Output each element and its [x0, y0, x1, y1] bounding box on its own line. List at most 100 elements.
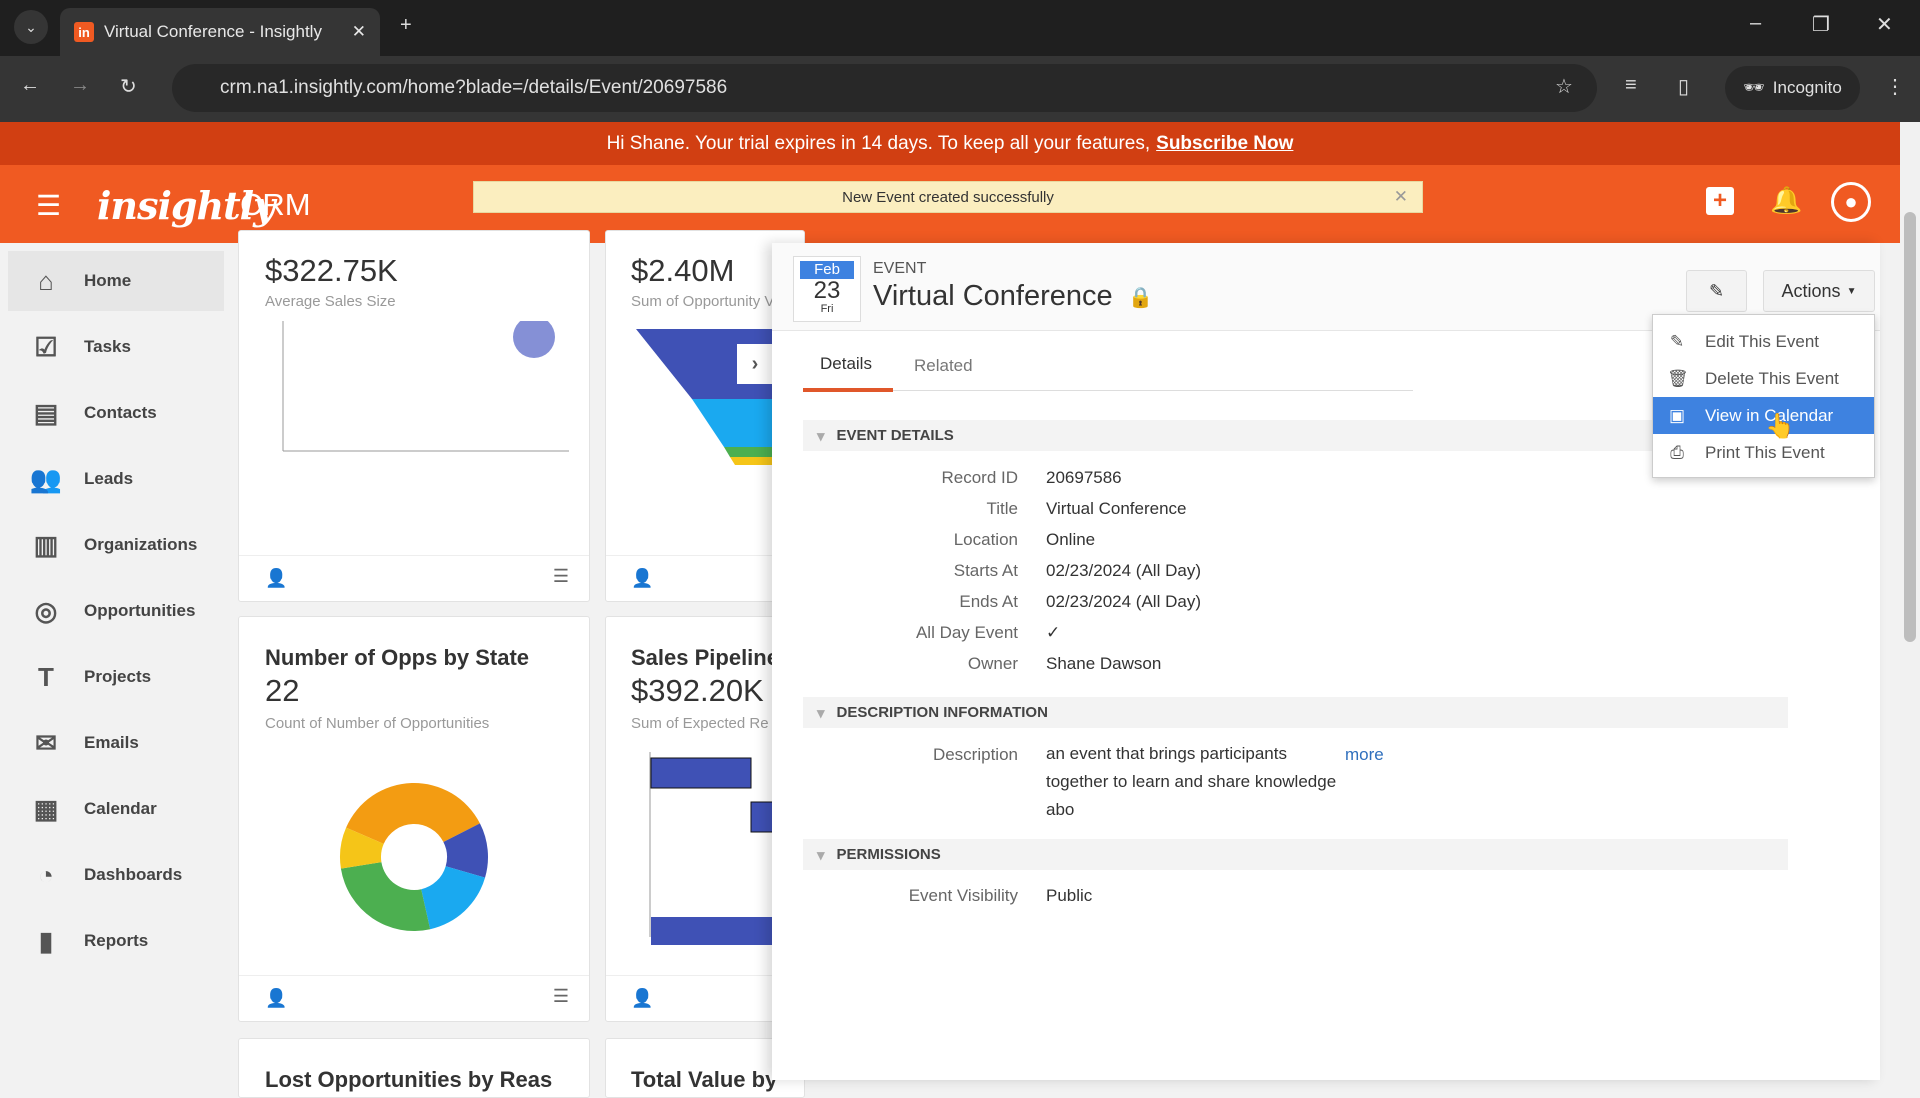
leads-icon: 👥 — [29, 463, 63, 494]
list-view-icon[interactable]: ☰ — [553, 986, 569, 1007]
scrollbar-thumb[interactable] — [1904, 212, 1916, 642]
card-title: Number of Opps by State — [265, 645, 530, 670]
browser-tab-bar: ⌄ in Virtual Conference - Insightly ✕ + … — [0, 0, 1920, 56]
bookmark-star-icon[interactable]: ☆ — [1555, 74, 1573, 99]
back-button[interactable]: ← — [20, 74, 40, 97]
description-line: together to learn and share knowledge — [1046, 772, 1337, 791]
field-value: Virtual Conference — [1046, 499, 1187, 518]
sidebar-item-home[interactable]: ⌂ Home — [8, 251, 224, 311]
calendar-icon: ▣ — [1668, 405, 1686, 425]
sidebar-item-organizations[interactable]: ▥ Organizations — [8, 515, 224, 575]
field-location: Location Online — [772, 530, 1672, 554]
lock-icon[interactable]: 🔒 — [1128, 285, 1153, 310]
sidebar-item-calendar[interactable]: ▦ Calendar — [8, 779, 224, 839]
forward-button[interactable]: → — [70, 74, 90, 97]
user-avatar-icon[interactable]: ● — [1831, 182, 1871, 222]
restore-button[interactable]: ❐ — [1812, 12, 1830, 37]
hamburger-menu-icon[interactable]: ☰ — [36, 189, 61, 222]
section-description[interactable]: ▾ DESCRIPTION INFORMATION — [803, 697, 1788, 728]
menu-item-print-this-event[interactable]: ⎙ Print This Event — [1653, 434, 1874, 471]
card-subtitle: Average Sales Size — [265, 293, 396, 310]
url-text: crm.na1.insightly.com/home?blade=/detail… — [220, 77, 728, 98]
trash-icon: 🗑 — [1667, 368, 1689, 388]
dashboard-card-opps-by-state[interactable]: Number of Opps by State 22 Count of Numb… — [238, 616, 590, 1022]
donut-chart — [340, 783, 488, 931]
owner-icon[interactable]: 👤 — [631, 988, 653, 1009]
owner-icon[interactable]: 👤 — [631, 568, 653, 589]
media-icon[interactable]: ≡ — [1625, 74, 1637, 97]
sidebar-item-label: Reports — [84, 931, 149, 950]
close-window-button[interactable]: ✕ — [1876, 12, 1893, 37]
scatter-point — [513, 321, 555, 358]
field-title: Title Virtual Conference — [772, 499, 1672, 523]
section-permissions[interactable]: ▾ PERMISSIONS — [803, 839, 1788, 870]
field-value: 02/23/2024 (All Day) — [1046, 561, 1201, 580]
page-scrollbar[interactable] — [1900, 122, 1920, 1080]
close-toast-icon[interactable]: ✕ — [1394, 187, 1408, 207]
incognito-badge[interactable]: 🕶 Incognito — [1725, 66, 1860, 110]
side-panel-icon[interactable]: ▯ — [1678, 74, 1689, 99]
field-event-visibility: Event Visibility Public — [772, 886, 1672, 910]
menu-item-label: Edit This Event — [1705, 331, 1820, 351]
field-all-day-event: All Day Event ✓ — [772, 623, 1672, 647]
minimize-button[interactable]: – — [1750, 12, 1761, 35]
notifications-bell-icon[interactable]: 🔔 — [1770, 185, 1802, 216]
sidebar-item-tasks[interactable]: ☑ Tasks — [8, 317, 224, 377]
sidebar-item-projects[interactable]: T Projects — [8, 647, 224, 707]
sidebar-item-emails[interactable]: ✉ Emails — [8, 713, 224, 773]
url-input[interactable]: crm.na1.insightly.com/home?blade=/detail… — [172, 64, 1597, 112]
incognito-label: Incognito — [1772, 78, 1842, 97]
field-label: Owner — [967, 654, 1018, 673]
print-icon: ⎙ — [1670, 442, 1684, 462]
browser-tab[interactable]: in Virtual Conference - Insightly ✕ — [60, 8, 380, 56]
trial-banner: Hi Shane. Your trial expires in 14 days.… — [0, 122, 1900, 165]
more-link[interactable]: more — [1345, 745, 1384, 765]
carousel-next-button[interactable]: › — [737, 344, 773, 384]
menu-item-delete-this-event[interactable]: 🗑 Delete This Event — [1653, 360, 1874, 397]
menu-item-edit-this-event[interactable]: ✎ Edit This Event — [1653, 323, 1874, 360]
card-subtitle: Sum of Expected Re — [631, 715, 769, 732]
close-tab-icon[interactable]: ✕ — [352, 22, 366, 42]
actions-label: Actions — [1781, 280, 1841, 301]
sidebar-item-dashboards[interactable]: ◔ Dashboards — [8, 845, 224, 905]
list-view-icon[interactable]: ☰ — [553, 566, 569, 587]
menu-item-view-in-calendar[interactable]: ▣ View in Calendar — [1653, 397, 1874, 434]
sidebar-item-label: Dashboards — [84, 865, 183, 884]
dashboard-card-avg-sales[interactable]: $322.75K Average Sales Size 👤 ☰ — [238, 230, 590, 602]
browser-menu-icon[interactable]: ⋮ — [1885, 74, 1905, 99]
section-event-details[interactable]: ▾ EVENT DETAILS — [803, 420, 1788, 451]
field-record-id: Record ID 20697586 — [772, 468, 1672, 492]
sidebar-item-opportunities[interactable]: ◎ Opportunities — [8, 581, 224, 641]
card-value: $322.75K — [265, 253, 398, 288]
owner-icon[interactable]: 👤 — [265, 988, 287, 1009]
calendar-icon: ▦ — [33, 793, 59, 824]
reload-button[interactable]: ↻ — [120, 74, 137, 99]
sidebar-item-reports[interactable]: ▮ Reports — [8, 911, 224, 971]
field-value: 20697586 — [1046, 468, 1122, 487]
dashboard-card-lost-opps[interactable]: Lost Opportunities by Reas — [238, 1038, 590, 1098]
tab-search-button[interactable]: ⌄ — [14, 10, 48, 44]
sidebar-item-label: Emails — [84, 733, 139, 752]
caret-down-icon: ▼ — [1846, 285, 1857, 297]
description-line: an event that brings participants — [1046, 744, 1287, 763]
menu-item-label: Print This Event — [1705, 442, 1825, 462]
tab-divider — [893, 390, 1413, 391]
menu-item-label: Delete This Event — [1705, 368, 1839, 388]
new-tab-button[interactable]: + — [400, 14, 412, 37]
edit-pencil-button[interactable]: ✎ — [1686, 270, 1747, 312]
sidebar-item-label: Contacts — [84, 403, 157, 422]
owner-icon[interactable]: 👤 — [265, 568, 287, 589]
field-label: Ends At — [959, 592, 1018, 611]
hand-cursor-icon: 👆 — [1765, 413, 1795, 440]
add-new-icon[interactable]: + — [1706, 187, 1734, 215]
actions-dropdown-button[interactable]: Actions ▼ — [1763, 270, 1875, 312]
field-label: Location — [953, 530, 1018, 549]
sidebar-item-leads[interactable]: 👥 Leads — [8, 449, 224, 509]
tab-details[interactable]: Details — [820, 354, 872, 374]
subscribe-now-link[interactable]: Subscribe Now — [1156, 133, 1293, 155]
sidebar-item-contacts[interactable]: ▤ Contacts — [8, 383, 224, 443]
card-subtitle: Count of Number of Opportunities — [265, 715, 490, 732]
insightly-favicon-icon: in — [74, 22, 94, 42]
tab-related[interactable]: Related — [914, 356, 973, 376]
field-label: Starts At — [953, 561, 1018, 580]
